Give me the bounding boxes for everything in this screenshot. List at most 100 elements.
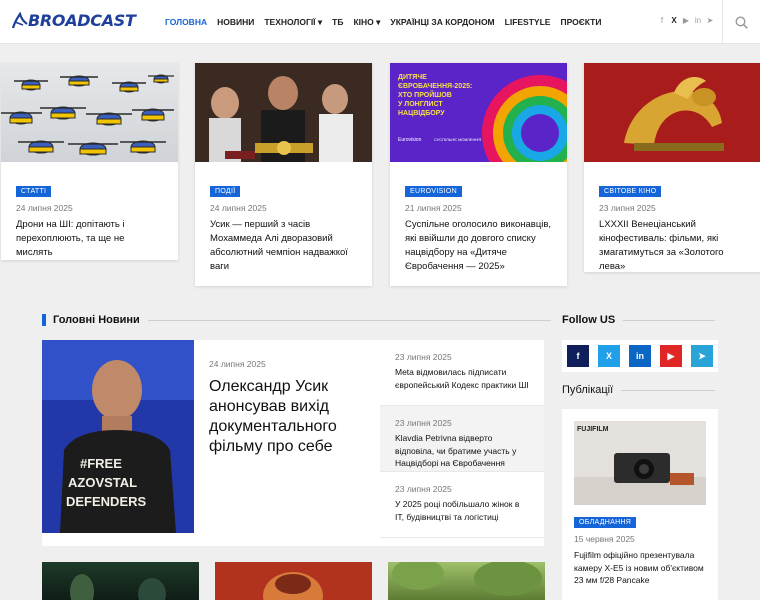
publications-heading: Публікації xyxy=(562,384,716,396)
nav-item-lifestyle[interactable]: LIFESTYLE xyxy=(500,17,556,27)
post-title[interactable]: Fujifilm офіційно презентувала камеру X-… xyxy=(574,549,712,587)
search-button[interactable] xyxy=(722,0,760,44)
main-news-block: #FREE AZOVSTAL DEFENDERS 24 липня 2025 О… xyxy=(42,340,544,546)
golden-lion-illustration xyxy=(584,63,760,162)
thumbnail-illustration xyxy=(392,562,542,596)
x-icon[interactable]: X xyxy=(598,345,620,367)
banner-line: ЄВРОБАЧЕННЯ-2025: xyxy=(398,83,472,90)
logo-text: BROADCAST xyxy=(28,11,136,30)
bottom-thumbnail[interactable] xyxy=(42,562,199,600)
youtube-icon[interactable]: ▶ xyxy=(682,16,690,25)
site-logo[interactable]: BROADCAST xyxy=(12,11,136,30)
bottom-thumbnail[interactable] xyxy=(388,562,545,600)
featured-card[interactable]: ПОДІЇ 24 липня 2025 Усик — перший з часі… xyxy=(195,63,372,286)
list-item[interactable]: 23 липня 2025 Klavdia Petrivna відверто … xyxy=(380,406,544,472)
banner-line: ДИТЯЧЕ xyxy=(398,74,427,81)
facebook-icon[interactable]: f xyxy=(567,345,589,367)
site-header: BROADCAST ГОЛОВНА НОВИНИ ТЕХНОЛОГІЇ ▾ ТБ… xyxy=(0,0,760,44)
featured-card[interactable]: ДИТЯЧЕ ЄВРОБАЧЕННЯ-2025: ХТО ПРОЙШОВ У Л… xyxy=(390,63,567,286)
list-item[interactable]: 23 липня 2025 У 2025 році побільшало жін… xyxy=(380,472,544,538)
heading-divider xyxy=(147,319,551,321)
list-item-title[interactable]: У 2025 році побільшало жінок в ІТ, будів… xyxy=(395,498,530,523)
nav-item-news[interactable]: НОВИНИ xyxy=(212,17,259,27)
main-nav: ГОЛОВНА НОВИНИ ТЕХНОЛОГІЇ ▾ ТБ КІНО ▾ УК… xyxy=(160,0,606,44)
banner-eurovision-logo: Eurovision xyxy=(398,137,422,143)
search-icon xyxy=(735,15,748,29)
nav-item-tv[interactable]: ТБ xyxy=(327,17,348,27)
lead-date: 24 липня 2025 xyxy=(209,359,266,369)
list-item-date: 23 липня 2025 xyxy=(395,352,452,362)
boxing-photo-illustration xyxy=(195,63,372,162)
lead-story: 24 липня 2025 Олександр Усик анонсував в… xyxy=(209,359,394,457)
nav-item-projects[interactable]: ПРОЄКТИ xyxy=(555,17,606,27)
post-date: 23 липня 2025 xyxy=(599,203,656,213)
logo-mark-icon xyxy=(12,11,28,28)
main-news-title: Головні Новини xyxy=(53,314,140,326)
post-date: 21 липня 2025 xyxy=(405,203,462,213)
nav-item-tech[interactable]: ТЕХНОЛОГІЇ ▾ xyxy=(259,17,327,28)
category-tag[interactable]: ПОДІЇ xyxy=(210,186,241,197)
facebook-icon[interactable]: f xyxy=(658,16,666,25)
follow-title: Follow US xyxy=(562,314,616,326)
featured-image-eurovision[interactable]: ДИТЯЧЕ ЄВРОБАЧЕННЯ-2025: ХТО ПРОЙШОВ У Л… xyxy=(390,63,567,162)
featured-image-drones[interactable] xyxy=(1,63,178,162)
lead-title[interactable]: Олександр Усик анонсував вихід документа… xyxy=(209,377,394,457)
category-tag[interactable]: EUROVISION xyxy=(405,186,462,197)
category-tag[interactable]: СВІТОВЕ КІНО xyxy=(599,186,662,197)
post-date: 24 липня 2025 xyxy=(210,203,267,213)
category-tag[interactable]: СТАТТІ xyxy=(16,186,52,197)
featured-card[interactable]: СВІТОВЕ КІНО 23 липня 2025 LXXXII Венеці… xyxy=(584,63,760,272)
publications-title: Публікації xyxy=(562,384,614,396)
youtube-icon[interactable]: ▶ xyxy=(660,345,682,367)
publication-body: ОБЛАДНАННЯ 15 червня 2025 Fujifilm офіці… xyxy=(574,511,712,587)
post-date: 24 липня 2025 xyxy=(16,203,73,213)
telegram-icon[interactable]: ➤ xyxy=(691,345,713,367)
news-list: 23 липня 2025 Meta відмовилась підписати… xyxy=(380,340,544,538)
post-title[interactable]: Суспільне оголосило виконавців, які ввій… xyxy=(405,218,552,274)
list-item-title[interactable]: Meta відмовилась підписати європейський … xyxy=(395,366,530,391)
follow-buttons: f X in ▶ ➤ xyxy=(562,340,718,372)
publication-card[interactable]: FUJIFILM ОБЛАДНАННЯ 15 червня 2025 Fujif… xyxy=(562,409,718,600)
heading-divider xyxy=(623,319,716,321)
publication-image-camera[interactable]: FUJIFILM xyxy=(574,421,706,505)
main-news-heading: Головні Новини xyxy=(42,314,551,326)
thumbnail-illustration xyxy=(263,572,323,600)
featured-image-usyk-belts[interactable] xyxy=(195,63,372,162)
nav-item-home[interactable]: ГОЛОВНА xyxy=(160,17,212,27)
usyk-photo-illustration: #FREE AZOVSTAL DEFENDERS xyxy=(42,340,194,533)
list-item-date: 23 липня 2025 xyxy=(395,484,452,494)
post-title[interactable]: Усик — перший з часів Мохаммеда Алі двор… xyxy=(210,218,357,274)
shirt-text: #FREE xyxy=(80,456,122,471)
list-item-title[interactable]: Klavdia Petrivna відверто відповіла, чи … xyxy=(395,432,530,470)
nav-item-cinema[interactable]: КІНО ▾ xyxy=(348,17,385,28)
banner-line: ХТО ПРОЙШОВ xyxy=(398,90,452,99)
heading-divider xyxy=(621,389,716,391)
banner-line: НАЦВІДБОРУ xyxy=(398,110,445,117)
linkedin-icon[interactable]: in xyxy=(694,16,702,25)
featured-image-golden-lion[interactable] xyxy=(584,63,760,162)
lead-image-usyk[interactable]: #FREE AZOVSTAL DEFENDERS xyxy=(42,340,194,533)
list-item[interactable]: 23 липня 2025 Meta відмовилась підписати… xyxy=(380,340,544,406)
banner-line: У ЛОНГЛИСТ xyxy=(398,101,443,108)
telegram-icon[interactable]: ➤ xyxy=(706,16,714,25)
post-title[interactable]: Дрони на ШІ: допітають і перехоплюють, т… xyxy=(16,218,163,260)
camera-photo-illustration: FUJIFILM xyxy=(574,421,706,505)
eurovision-banner-illustration: ДИТЯЧЕ ЄВРОБАЧЕННЯ-2025: ХТО ПРОЙШОВ У Л… xyxy=(390,63,567,162)
header-socials: f X ▶ in ➤ xyxy=(658,16,714,25)
thumbnail-illustration xyxy=(70,574,166,600)
heading-accent-bar xyxy=(42,314,46,326)
nav-item-abroad[interactable]: УКРАЇНЦІ ЗА КОРДОНОМ xyxy=(385,17,499,27)
x-icon[interactable]: X xyxy=(670,16,678,25)
bottom-thumbnail[interactable] xyxy=(215,562,372,600)
camera-brand-label: FUJIFILM xyxy=(577,426,609,433)
banner-suspilne-logo: СУСПІЛЬНЕ МОВЛЕННЯ xyxy=(434,137,481,142)
follow-heading: Follow US xyxy=(562,314,716,326)
post-title[interactable]: LXXXII Венеціанський кінофестиваль: філь… xyxy=(599,218,746,274)
post-date: 15 червня 2025 xyxy=(574,534,635,544)
list-item-date: 23 липня 2025 xyxy=(395,418,452,428)
linkedin-icon[interactable]: in xyxy=(629,345,651,367)
category-tag[interactable]: ОБЛАДНАННЯ xyxy=(574,517,637,528)
featured-card[interactable]: СТАТТІ 24 липня 2025 Дрони на ШІ: допіта… xyxy=(1,63,178,260)
shirt-text: AZOVSTAL xyxy=(68,475,137,490)
shirt-text: DEFENDERS xyxy=(66,494,147,509)
